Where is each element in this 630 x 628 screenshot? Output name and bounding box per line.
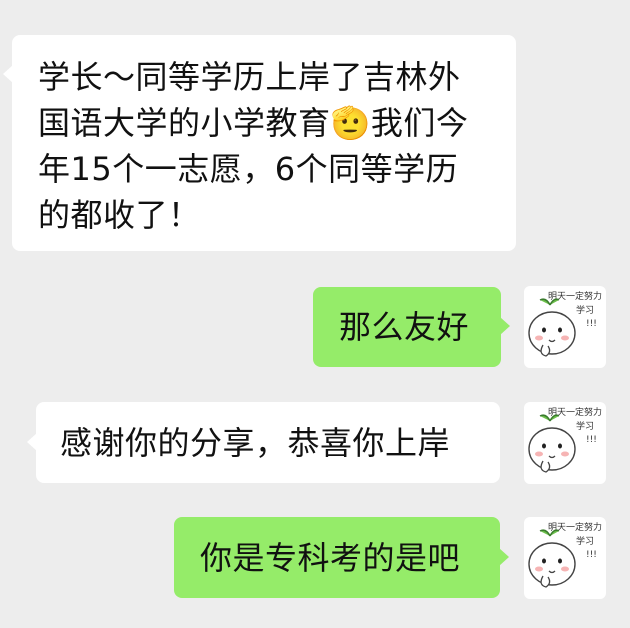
sender-avatar[interactable]: 明天一定努力 学习 !!! [524,402,606,484]
sticker-caption: !!! [586,435,597,445]
sender-avatar[interactable]: 明天一定努力 学习 !!! [524,286,606,368]
sticker-caption: !!! [586,319,597,329]
sticker-caption: 学习 [576,420,594,432]
message-line: 学长～同等学历上岸了吉林外 [38,58,461,96]
sticker-character-icon: 明天一定努力 学习 !!! [528,406,602,473]
message-line: 国语大学的小学教育🫡我们今 [38,104,469,142]
message-line: 的都收了！ [38,196,201,234]
outgoing-message-bubble[interactable]: 那么友好 [313,287,510,367]
sticker-caption: !!! [586,550,597,560]
incoming-message-bubble[interactable]: 感谢你的分享，恭喜你上岸 [27,402,500,483]
sticker-caption: 学习 [576,535,594,547]
outgoing-message-bubble[interactable]: 你是专科考的是吧 [174,517,509,598]
bubble-tail [27,433,37,451]
incoming-message-bubble[interactable]: 学长～同等学历上岸了吉林外 国语大学的小学教育🫡我们今 年15个一志愿，6个同等… [3,35,516,251]
message-text: 你是专科考的是吧 [200,539,461,577]
message-text: 感谢你的分享，恭喜你上岸 [60,424,451,462]
sticker-character-icon: 明天一定努力 学习 !!! [528,290,602,357]
bubble-tail [499,548,509,566]
sticker-caption: 学习 [576,304,594,316]
bubble-tail [500,317,510,335]
sticker-character-icon: 明天一定努力 学习 !!! [528,521,602,588]
message-line: 年15个一志愿，6个同等学历 [38,150,459,188]
sender-avatar[interactable]: 明天一定努力 学习 !!! [524,517,606,599]
message-text: 那么友好 [339,308,470,346]
bubble-tail [3,65,13,83]
